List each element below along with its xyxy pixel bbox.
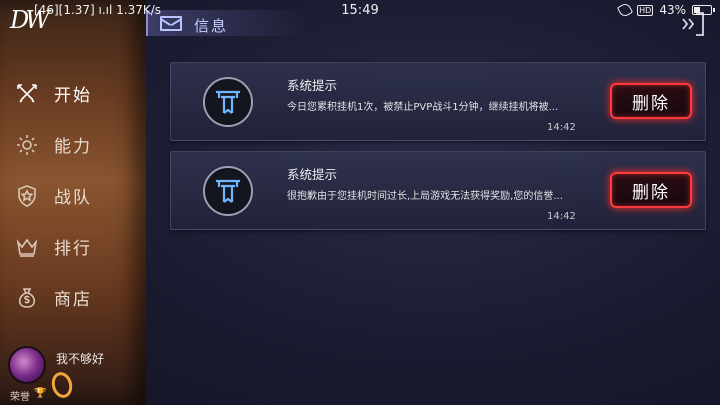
trophy-icon: 🏆 — [34, 388, 47, 399]
username: 我不够好 — [56, 352, 105, 366]
message-body: 很抱歉由于您挂机时间过长,上局游戏无法获得奖励,您的信誉... — [287, 191, 563, 202]
avatar[interactable] — [8, 346, 46, 384]
status-icons: HD 43% — [616, 1, 715, 19]
message-title: 系统提示 — [287, 78, 338, 93]
battery-percent: 43% — [659, 3, 686, 17]
game-emblem-icon — [203, 77, 253, 127]
sidebar: DW 开始 能力 战队 排行 商店 我不够好 荣誉 🏆 — [0, 0, 146, 405]
status-bar: [46][1.37] ı.ıl 1.37K/s 15:49 HD 43% — [0, 0, 720, 22]
sidebar-nav: 开始 能力 战队 排行 商店 — [0, 68, 146, 323]
message-card[interactable]: 系统提示 很抱歉由于您挂机时间过长,上局游戏无法获得奖励,您的信誉... 14:… — [170, 151, 706, 230]
phone-icon — [616, 1, 634, 19]
sidebar-item-label: 排行 — [54, 239, 92, 259]
sidebar-item-label: 能力 — [54, 137, 92, 157]
sidebar-item-ranking[interactable]: 排行 — [0, 221, 146, 272]
rank-ring-icon — [48, 369, 76, 401]
message-body: 今日您累积挂机1次，被禁止PVP战斗1分钟，继续挂机将被... — [287, 102, 559, 113]
shield-star-icon — [14, 183, 40, 209]
message-card[interactable]: 系统提示 今日您累积挂机1次，被禁止PVP战斗1分钟，继续挂机将被... 14:… — [170, 62, 706, 141]
delete-button[interactable]: 删除 — [610, 172, 692, 208]
delete-button[interactable]: 删除 — [610, 83, 692, 119]
message-time: 14:42 — [547, 211, 576, 222]
sidebar-item-abilities[interactable]: 能力 — [0, 119, 146, 170]
message-list: 系统提示 今日您累积挂机1次，被禁止PVP战斗1分钟，继续挂机将被... 14:… — [170, 62, 706, 240]
hd-badge: HD — [637, 4, 654, 16]
gear-icon — [14, 132, 40, 158]
sidebar-item-label: 开始 — [54, 86, 92, 106]
crossed-swords-icon — [14, 81, 40, 107]
message-title: 系统提示 — [287, 167, 338, 182]
battery-icon — [692, 5, 715, 15]
sidebar-item-label: 战队 — [54, 188, 92, 208]
money-bag-icon — [14, 285, 40, 311]
honor-label: 荣誉 — [10, 392, 30, 403]
sidebar-item-start[interactable]: 开始 — [0, 68, 146, 119]
game-emblem-icon — [203, 166, 253, 216]
crown-icon — [14, 234, 40, 260]
sidebar-item-shop[interactable]: 商店 — [0, 272, 146, 323]
clock: 15:49 — [341, 3, 379, 18]
sidebar-item-team[interactable]: 战队 — [0, 170, 146, 221]
sidebar-item-label: 商店 — [54, 290, 92, 310]
user-profile[interactable]: 我不够好 荣誉 🏆 — [6, 346, 146, 403]
message-time: 14:42 — [547, 122, 576, 133]
